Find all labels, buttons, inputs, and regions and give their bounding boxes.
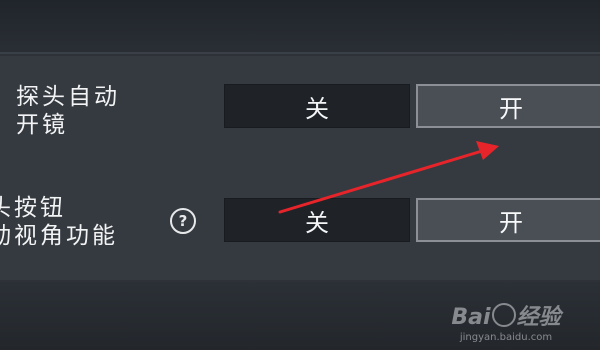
baidu-jingyan-watermark: Bai 经验 jingyan.baidu.com bbox=[426, 303, 586, 345]
settings-screen: 探头自动 开镜 关 开 头按钮 动视角功能 ? 关 开 Bai经验 jingya… bbox=[0, 0, 600, 350]
watermark-brand-suffix: 经验 bbox=[516, 305, 561, 330]
paw-icon bbox=[491, 303, 516, 327]
arrow-shaft bbox=[278, 149, 484, 214]
red-arrow-annotation bbox=[278, 141, 499, 214]
watermark-brand: Bai bbox=[451, 305, 491, 330]
watermark-logo: Bai 经验 bbox=[426, 303, 586, 331]
watermark-url: jingyan.baidu.com bbox=[459, 332, 553, 343]
